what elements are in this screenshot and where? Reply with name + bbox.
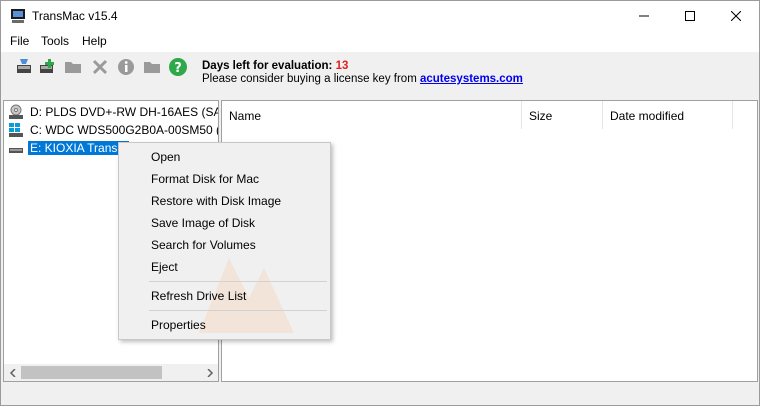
open-drive-icon	[17, 59, 31, 73]
scroll-left-button[interactable]	[4, 364, 21, 381]
license-link[interactable]: acutesystems.com	[420, 73, 523, 85]
close-icon	[731, 11, 741, 21]
help-icon: ?	[169, 58, 187, 76]
open-drive-button[interactable]	[13, 56, 35, 78]
drive-item-c[interactable]: C: WDC WDS500G2B0A-00SM50 (S	[4, 121, 219, 139]
add-disk-icon	[40, 59, 54, 73]
context-menu-refresh[interactable]: Refresh Drive List	[119, 284, 330, 306]
delete-icon	[92, 59, 108, 75]
optical-drive-icon	[9, 104, 23, 119]
column-header-size[interactable]: Size	[522, 101, 603, 129]
maximize-button[interactable]	[667, 1, 713, 31]
toolbar: ? Days left for evaluation: 13 Please co…	[1, 52, 759, 96]
evaluation-days: 13	[335, 60, 349, 72]
context-menu: Open Format Disk for Mac Restore with Di…	[118, 142, 331, 340]
menu-file[interactable]: File	[10, 34, 29, 48]
app-window: TransMac v15.4 File Tools Help ? Days le…	[0, 0, 760, 406]
menu-bar: File Tools Help	[1, 31, 759, 52]
column-header-label: Name	[229, 109, 262, 123]
column-header-label: Date modified	[610, 109, 685, 123]
status-bar	[1, 384, 759, 405]
info-button[interactable]	[115, 56, 137, 78]
transmac-app-icon	[11, 9, 25, 23]
column-header-label: Size	[529, 109, 553, 123]
drive-item-d[interactable]: D: PLDS DVD+-RW DH-16AES (SAT	[4, 103, 219, 121]
evaluation-notice: Days left for evaluation: 13	[202, 60, 348, 72]
drive-label: E: KIOXIA TransM	[28, 141, 130, 155]
window-title: TransMac v15.4	[32, 9, 118, 23]
chevron-left-icon	[9, 368, 16, 377]
minimize-button[interactable]	[621, 1, 667, 31]
license-text: Please consider buying a license key fro…	[202, 73, 420, 85]
scroll-thumb[interactable]	[21, 366, 162, 379]
chevron-right-icon	[206, 368, 213, 377]
new-folder-icon	[144, 62, 160, 73]
context-menu-properties[interactable]: Properties	[119, 313, 330, 335]
close-button[interactable]	[713, 1, 759, 31]
folder-button[interactable]	[62, 56, 84, 78]
drive-label: D: PLDS DVD+-RW DH-16AES (SAT	[30, 105, 219, 119]
scroll-right-button[interactable]	[201, 364, 218, 381]
context-menu-restore-image[interactable]: Restore with Disk Image	[119, 189, 330, 211]
info-icon	[118, 59, 134, 75]
evaluation-label: Days left for evaluation:	[202, 60, 336, 72]
context-menu-format-disk[interactable]: Format Disk for Mac	[119, 167, 330, 189]
context-menu-search-volumes[interactable]: Search for Volumes	[119, 233, 330, 255]
context-menu-save-image[interactable]: Save Image of Disk	[119, 211, 330, 233]
context-menu-eject[interactable]: Eject	[119, 255, 330, 277]
windows-drive-icon	[9, 123, 23, 137]
menu-help[interactable]: Help	[82, 34, 107, 48]
horizontal-scrollbar[interactable]	[4, 364, 218, 381]
column-header-date-modified[interactable]: Date modified	[603, 101, 733, 129]
license-notice: Please consider buying a license key fro…	[202, 73, 523, 85]
context-menu-open[interactable]: Open	[119, 145, 330, 167]
delete-button[interactable]	[89, 56, 111, 78]
usb-drive-icon	[9, 148, 23, 153]
add-disk-button[interactable]	[36, 56, 58, 78]
menu-tools[interactable]: Tools	[41, 34, 69, 48]
maximize-icon	[685, 11, 695, 21]
new-folder-button[interactable]	[141, 56, 163, 78]
svg-text:?: ?	[174, 61, 182, 76]
minimize-icon	[639, 15, 649, 17]
folder-icon	[65, 62, 81, 73]
column-header-name[interactable]: Name	[222, 101, 522, 129]
help-button[interactable]: ?	[167, 56, 189, 78]
title-bar[interactable]: TransMac v15.4	[1, 1, 759, 31]
context-menu-separator	[149, 310, 327, 311]
drive-label: C: WDC WDS500G2B0A-00SM50 (S	[30, 123, 219, 137]
context-menu-separator	[149, 281, 327, 282]
